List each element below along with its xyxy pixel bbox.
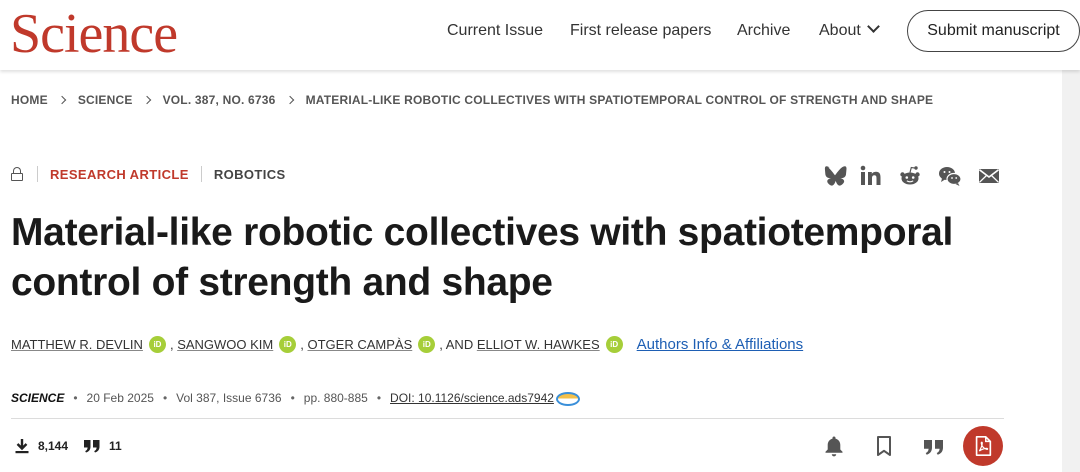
bullet-separator: • [73, 391, 78, 405]
submit-manuscript-button[interactable]: Submit manuscript [907, 10, 1080, 52]
linkedin-icon[interactable] [859, 164, 883, 188]
orcid-icon[interactable]: iD [279, 336, 297, 353]
breadcrumb: HOME SCIENCE VOL. 387, NO. 6736 MATERIAL… [11, 93, 933, 107]
site-header: Science Current Issue First release pape… [0, 0, 1080, 70]
author-name[interactable]: OTGER CAMPÀS [308, 337, 413, 352]
author-name[interactable]: ELLIOT W. HAWKES [477, 337, 600, 352]
page-range: pp. 880-885 [303, 391, 368, 405]
article-title: Material-like robotic collectives with s… [11, 208, 1011, 308]
wechat-icon[interactable] [938, 164, 962, 188]
article-title-line-2: control of strength and shape [11, 261, 553, 304]
chevron-down-icon [866, 20, 880, 33]
pdf-download-button[interactable] [963, 426, 1003, 466]
authors-info-affiliations-link[interactable]: Authors Info & Affiliations [637, 336, 804, 353]
citation-count[interactable]: 11 [109, 439, 122, 453]
volume-issue[interactable]: Vol 387, Issue 6736 [176, 391, 281, 405]
journal-name[interactable]: SCIENCE [11, 391, 64, 405]
breadcrumb-home[interactable]: HOME [11, 93, 48, 107]
author-list: MATTHEW R. DEVLIN iD , SANGWOO KIM iD , … [11, 336, 803, 353]
chevron-right-icon [57, 95, 67, 105]
nav-about-label: About [819, 22, 861, 39]
breadcrumb-current: MATERIAL-LIKE ROBOTIC COLLECTIVES WITH S… [305, 93, 934, 107]
bell-icon[interactable] [822, 434, 846, 458]
author-separator: , [169, 337, 174, 352]
reddit-icon[interactable] [898, 164, 922, 188]
bullet-separator: • [290, 391, 295, 405]
science-logo[interactable]: Science [10, 4, 178, 64]
email-icon[interactable] [977, 164, 1001, 188]
article-subject[interactable]: ROBOTICS [214, 167, 286, 182]
article-type[interactable]: RESEARCH ARTICLE [50, 167, 189, 182]
orcid-icon[interactable]: iD [418, 336, 436, 353]
bullet-separator: • [162, 391, 168, 405]
divider [37, 166, 38, 182]
author-separator: , [300, 337, 304, 352]
page-gutter [1062, 70, 1080, 472]
author-separator: , AND [439, 337, 474, 352]
lock-icon [11, 167, 23, 181]
download-count[interactable]: 8,144 [38, 439, 68, 453]
author-name[interactable]: SANGWOO KIM [177, 337, 273, 352]
doi-link[interactable]: DOI: 10.1126/science.ads7942 [390, 391, 554, 405]
article-metrics: 8,144 11 [14, 438, 122, 454]
bullet-separator: • [376, 391, 382, 405]
article-title-line-1: Material-like robotic collectives with s… [11, 211, 954, 254]
orcid-icon[interactable]: iD [605, 336, 623, 353]
nav-archive[interactable]: Archive [737, 20, 790, 42]
divider-line [11, 418, 1004, 419]
orcid-icon[interactable]: iD [148, 336, 166, 353]
bluesky-icon[interactable] [823, 164, 847, 188]
nav-first-release-papers[interactable]: First release papers [570, 20, 711, 42]
quote-icon[interactable] [922, 434, 946, 458]
article-meta: RESEARCH ARTICLE ROBOTICS [11, 166, 286, 182]
bookmark-icon[interactable] [872, 434, 896, 458]
download-icon [15, 439, 29, 454]
chevron-right-icon [285, 95, 294, 105]
citation-icon [84, 440, 100, 453]
breadcrumb-science[interactable]: SCIENCE [78, 93, 133, 107]
author-name[interactable]: MATTHEW R. DEVLIN [11, 337, 143, 352]
chevron-right-icon [142, 95, 151, 105]
nav-current-issue[interactable]: Current Issue [447, 20, 543, 42]
breadcrumb-issue[interactable]: VOL. 387, NO. 6736 [163, 93, 276, 107]
pdf-icon [975, 436, 992, 456]
divider [200, 166, 202, 182]
crossmark-icon[interactable] [555, 392, 580, 406]
nav-about[interactable]: About [819, 20, 880, 42]
publication-info: SCIENCE • 20 Feb 2025 • Vol 387, Issue 6… [11, 391, 580, 406]
publication-date: 20 Feb 2025 [86, 391, 154, 405]
